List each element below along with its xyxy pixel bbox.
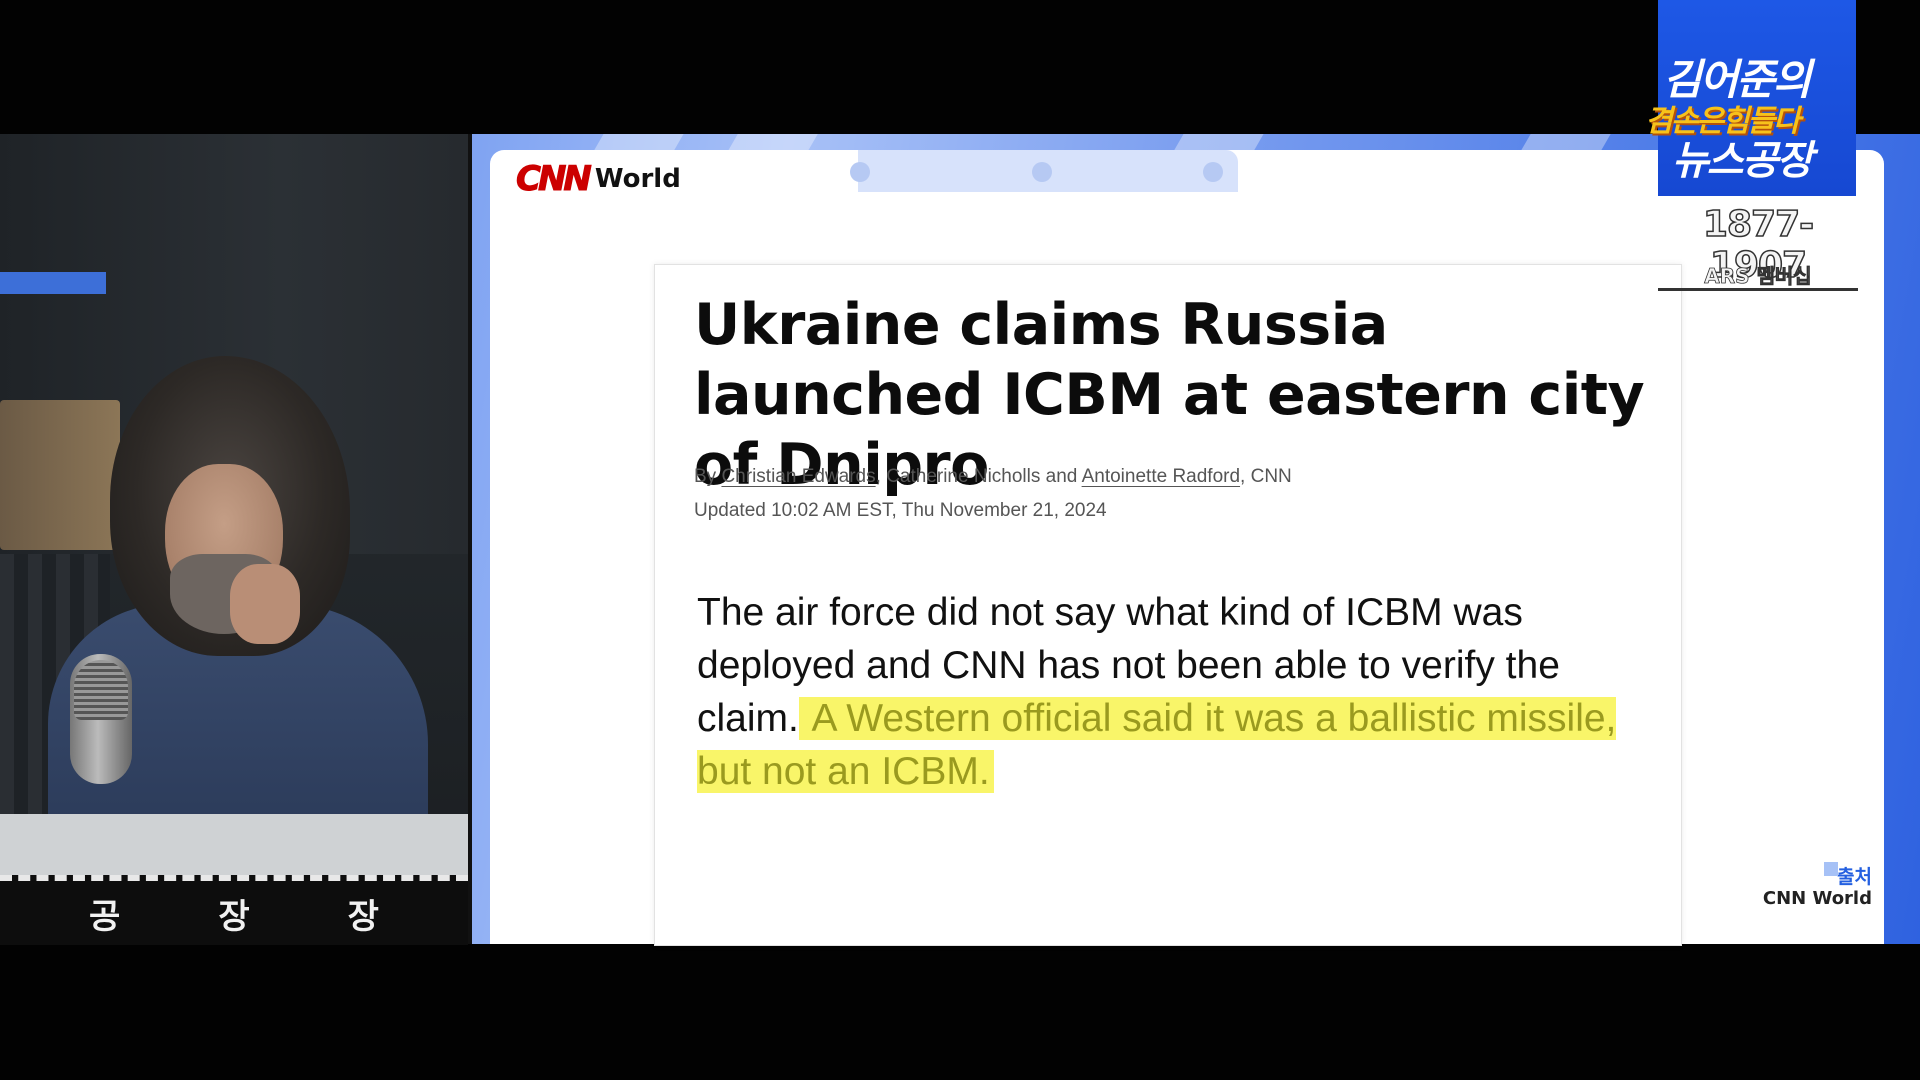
nameplate-char: 공 (89, 896, 121, 937)
source-label: 출처 (1780, 862, 1872, 889)
tab-dot (1032, 162, 1052, 182)
microphone-grille (74, 660, 128, 720)
tab-dot (1203, 162, 1223, 182)
byline-separator: and (1040, 466, 1082, 487)
nameplate-char: 장 (218, 896, 250, 937)
author-name: Catherine Nicholls (886, 466, 1041, 487)
studio-camera-feed (0, 134, 468, 944)
studio-light-strip (0, 272, 106, 294)
cnn-section-name: World (594, 164, 681, 194)
host-nameplate: 공 장 장 (0, 875, 468, 945)
cnn-world-logo[interactable]: CNN World (516, 159, 681, 200)
byline-suffix: , CNN (1240, 466, 1292, 487)
article-updated-timestamp: Updated 10:02 AM EST, Thu November 21, 2… (694, 500, 1107, 521)
highlighted-text: A Western official said it was a ballist… (697, 697, 1617, 793)
host-hand (230, 564, 300, 644)
article-paragraph: The air force did not say what kind of I… (697, 586, 1627, 798)
byline-prefix: By (694, 466, 722, 487)
byline-separator: , (875, 466, 887, 487)
cnn-logo-mark: CNN (516, 159, 593, 200)
studio-chair (0, 400, 120, 550)
nameplate-char: 장 (347, 896, 379, 937)
article-byline: By Christian Edwards, Catherine Nicholls… (694, 466, 1292, 488)
ars-membership-label: ARS 멤버십 (1704, 264, 1812, 289)
author-link[interactable]: Antoinette Radford (1082, 466, 1240, 487)
author-link[interactable]: Christian Edwards (721, 466, 875, 487)
source-name: CNN World (1762, 888, 1872, 909)
tab-dot (850, 162, 870, 182)
channel-title-line3: 뉴스공장 (1672, 138, 1813, 184)
